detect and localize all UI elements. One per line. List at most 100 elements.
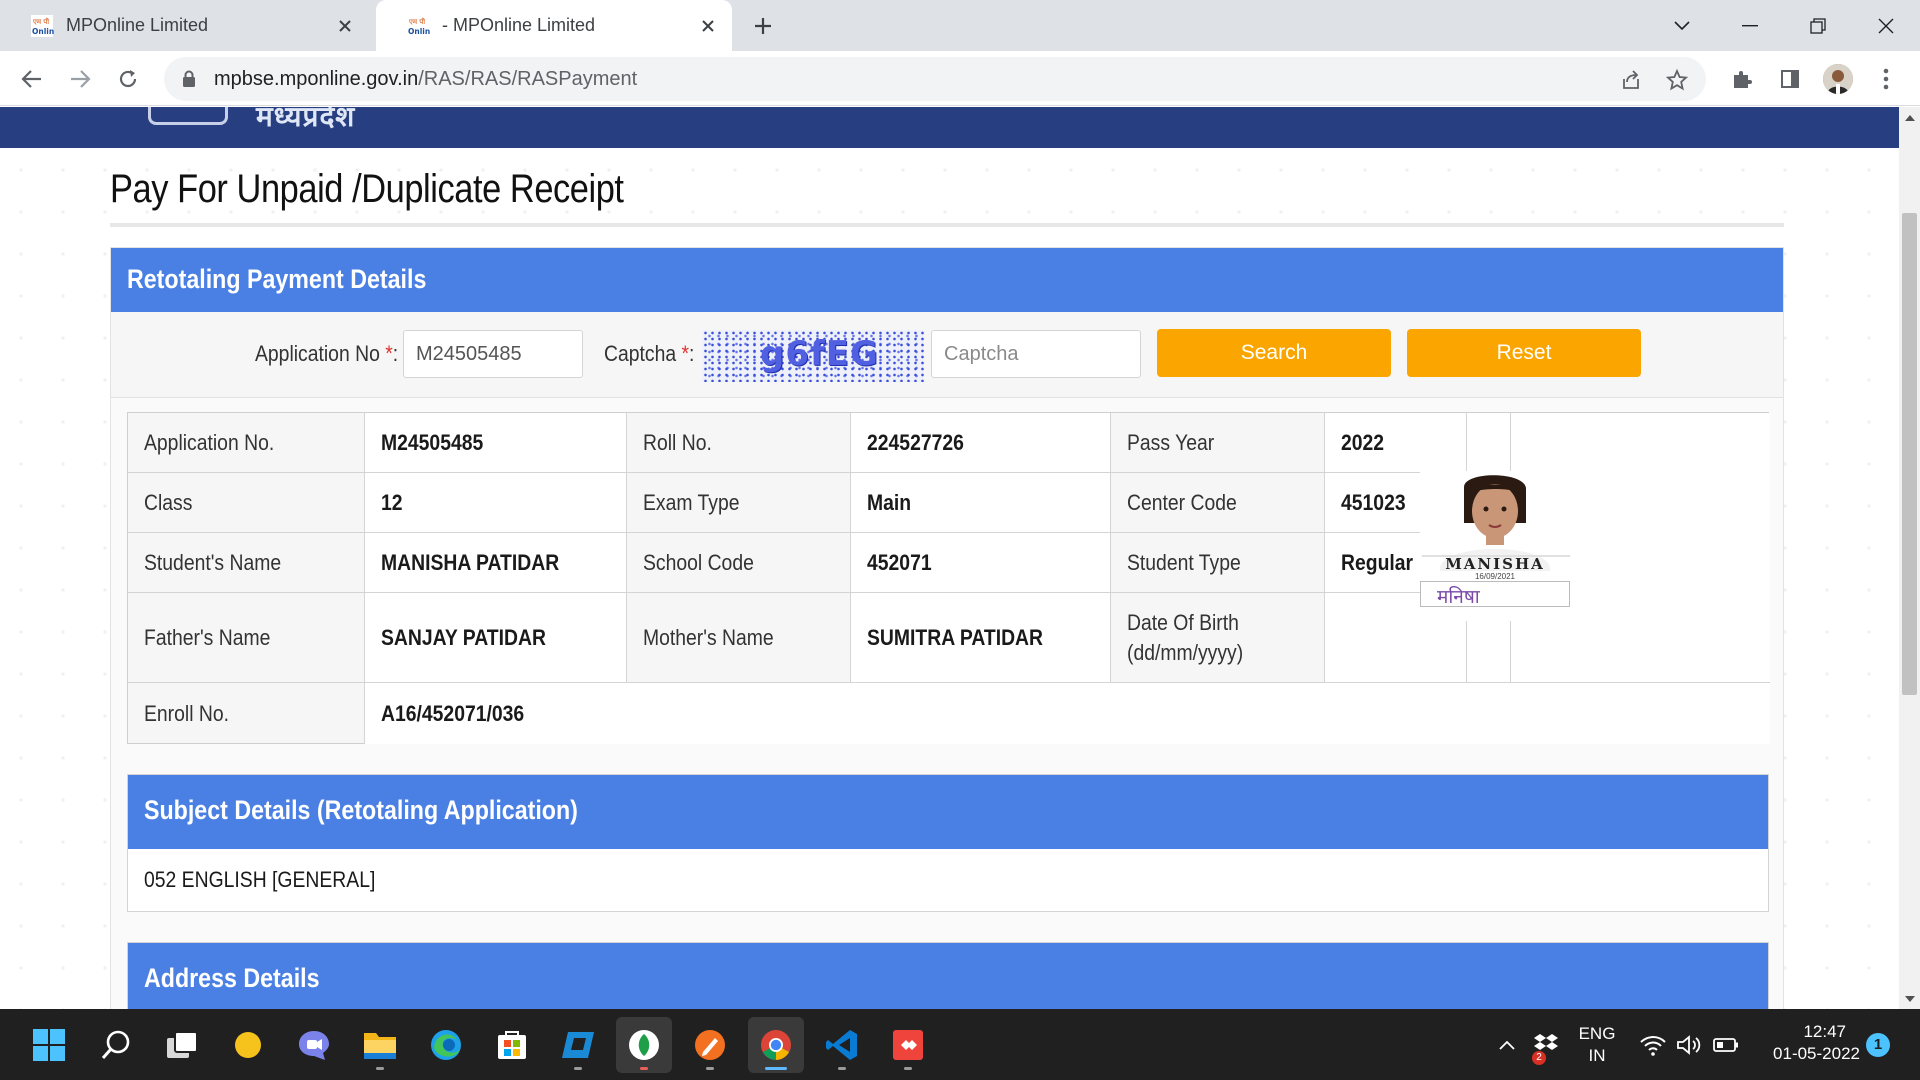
label-date-of-birth: Date Of Birth (dd/mm/yyyy) bbox=[1111, 593, 1325, 683]
bookmark-star-icon[interactable] bbox=[1662, 65, 1692, 95]
value-class: 12 bbox=[365, 473, 627, 533]
label-enroll-no: Enroll No. bbox=[128, 683, 365, 744]
value-father-name: SANJAY PATIDAR bbox=[365, 593, 627, 683]
value-roll-no: 224527726 bbox=[851, 413, 1111, 473]
title-divider bbox=[110, 223, 1784, 227]
minimize-button[interactable] bbox=[1716, 0, 1784, 51]
page-scrollbar[interactable] bbox=[1899, 107, 1920, 1009]
file-explorer-icon[interactable] bbox=[352, 1017, 408, 1073]
chrome-menu-icon[interactable] bbox=[1866, 59, 1906, 99]
tray-overflow-chevron-icon[interactable] bbox=[1490, 1017, 1524, 1073]
reload-icon[interactable] bbox=[108, 59, 148, 99]
windows-start-icon[interactable] bbox=[21, 1017, 77, 1073]
back-arrow-icon[interactable] bbox=[12, 59, 52, 99]
label-application-no: Application No. bbox=[128, 413, 365, 473]
side-panel-icon[interactable] bbox=[1770, 59, 1810, 99]
scrollbar-thumb[interactable] bbox=[1902, 213, 1917, 695]
subject-details-header: Subject Details (Retotaling Application) bbox=[128, 775, 1768, 849]
svg-text:एम पी: एम पी bbox=[33, 17, 49, 26]
task-view-icon[interactable] bbox=[154, 1017, 210, 1073]
mponline-favicon-icon: एम पीOnline bbox=[30, 14, 54, 38]
mponline-favicon-icon: एम पीOnline bbox=[406, 14, 430, 38]
share-icon[interactable] bbox=[1616, 65, 1646, 95]
lock-icon[interactable] bbox=[178, 68, 200, 90]
active-indicator bbox=[765, 1067, 787, 1070]
close-icon[interactable] bbox=[690, 8, 726, 44]
new-tab-button[interactable] bbox=[744, 7, 782, 45]
running-indicator bbox=[640, 1067, 648, 1070]
edge-browser-icon[interactable] bbox=[418, 1017, 474, 1073]
photo-date-caption: 16/09/2021 bbox=[1474, 572, 1516, 581]
tab-mponline-2[interactable]: एम पीOnline - MPOnline Limited bbox=[376, 0, 732, 51]
panel-header: Retotaling Payment Details bbox=[111, 248, 1783, 312]
dropbox-badge: 2 bbox=[1532, 1051, 1546, 1065]
language-code: ENG bbox=[1578, 1024, 1616, 1043]
language-indicator[interactable]: ENG IN bbox=[1572, 1023, 1622, 1067]
microsoft-store-icon[interactable] bbox=[484, 1017, 540, 1073]
panel-title: Retotaling Payment Details bbox=[127, 264, 427, 294]
green-leaf-app-icon[interactable] bbox=[616, 1017, 672, 1073]
value-school-code: 452071 bbox=[851, 533, 1111, 593]
application-no-input[interactable]: M24505485 bbox=[403, 330, 583, 378]
clock[interactable]: 12:47 01-05-2022 bbox=[1750, 1021, 1860, 1065]
value-enroll-no: A16/452071/036 bbox=[365, 683, 1770, 744]
scroll-up-arrow-icon[interactable] bbox=[1899, 107, 1920, 127]
url-text: mpbse.mponline.gov.in/RAS/RAS/RASPayment bbox=[214, 68, 637, 91]
taskbar-search-icon[interactable] bbox=[88, 1017, 144, 1073]
region-code: IN bbox=[1588, 1046, 1606, 1065]
running-indicator bbox=[706, 1067, 714, 1070]
address-bar[interactable]: mpbse.mponline.gov.in/RAS/RAS/RASPayment bbox=[164, 57, 1706, 101]
battery-icon[interactable] bbox=[1708, 1017, 1744, 1073]
anydesk-remote-icon[interactable] bbox=[550, 1017, 606, 1073]
tab-search-chevron-icon[interactable] bbox=[1648, 0, 1716, 51]
extensions-puzzle-icon[interactable] bbox=[1722, 59, 1762, 99]
address-details-panel: Address Details bbox=[127, 942, 1769, 1009]
svg-text:Online: Online bbox=[408, 27, 430, 36]
value-student-name: MANISHA PATIDAR bbox=[365, 533, 627, 593]
label-roll-no: Roll No. bbox=[627, 413, 851, 473]
browser-toolbar: mpbse.mponline.gov.in/RAS/RAS/RASPayment bbox=[0, 51, 1920, 106]
value-application-no: M24505485 bbox=[365, 413, 627, 473]
running-indicator bbox=[376, 1067, 384, 1070]
student-details-table: Application No. M24505485 Roll No. 22452… bbox=[127, 412, 1770, 744]
widgets-icon[interactable] bbox=[220, 1017, 276, 1073]
chrome-app-icon[interactable] bbox=[748, 1017, 804, 1073]
value-pass-year: 2022 bbox=[1325, 413, 1467, 473]
label-father-name: Father's Name bbox=[128, 593, 365, 683]
label-center-code: Center Code bbox=[1111, 473, 1325, 533]
running-indicator bbox=[838, 1067, 846, 1070]
wifi-icon[interactable] bbox=[1636, 1017, 1670, 1073]
anydesk-red-icon[interactable] bbox=[880, 1017, 936, 1073]
notification-badge[interactable]: 1 bbox=[1866, 1033, 1890, 1057]
restore-button[interactable] bbox=[1784, 0, 1852, 51]
tab-title: - MPOnline Limited bbox=[442, 15, 596, 35]
subject-details-title: Subject Details (Retotaling Application) bbox=[144, 795, 578, 825]
reset-button[interactable]: Reset bbox=[1407, 329, 1641, 377]
orange-pen-app-icon[interactable] bbox=[682, 1017, 738, 1073]
subject-entry: 052 ENGLISH [GENERAL] bbox=[144, 867, 376, 892]
forward-arrow-icon[interactable] bbox=[60, 59, 100, 99]
close-icon[interactable] bbox=[327, 8, 363, 44]
volume-icon[interactable] bbox=[1672, 1017, 1706, 1073]
student-signature: मनिषा bbox=[1437, 586, 1480, 608]
label-pass-year: Pass Year bbox=[1111, 413, 1325, 473]
address-details-title: Address Details bbox=[144, 963, 320, 993]
url-path: /RAS/RAS/RASPayment bbox=[418, 68, 638, 90]
label-student-type: Student Type bbox=[1111, 533, 1325, 593]
browser-tab-strip: एम पीOnline MPOnline Limited एम पीOnline… bbox=[0, 0, 1920, 51]
url-host: mpbse.mponline.gov.in bbox=[214, 68, 419, 90]
search-button[interactable]: Search bbox=[1157, 329, 1391, 377]
dropbox-tray-icon[interactable]: 2 bbox=[1528, 1017, 1564, 1073]
teams-chat-icon[interactable] bbox=[286, 1017, 342, 1073]
value-exam-type: Main bbox=[851, 473, 1111, 533]
clock-date: 01-05-2022 bbox=[1773, 1044, 1860, 1063]
close-window-button[interactable] bbox=[1852, 0, 1920, 51]
label-school-code: School Code bbox=[627, 533, 851, 593]
student-photo: MANISHA 16/09/2021 मनिषा bbox=[1420, 471, 1570, 621]
captcha-input[interactable]: Captcha bbox=[931, 330, 1141, 378]
scroll-down-arrow-icon[interactable] bbox=[1899, 989, 1920, 1009]
svg-text:एम पी: एम पी bbox=[409, 17, 425, 26]
tab-mponline-1[interactable]: एम पीOnline MPOnline Limited bbox=[0, 0, 369, 51]
vscode-icon[interactable] bbox=[814, 1017, 870, 1073]
profile-avatar[interactable] bbox=[1818, 59, 1858, 99]
